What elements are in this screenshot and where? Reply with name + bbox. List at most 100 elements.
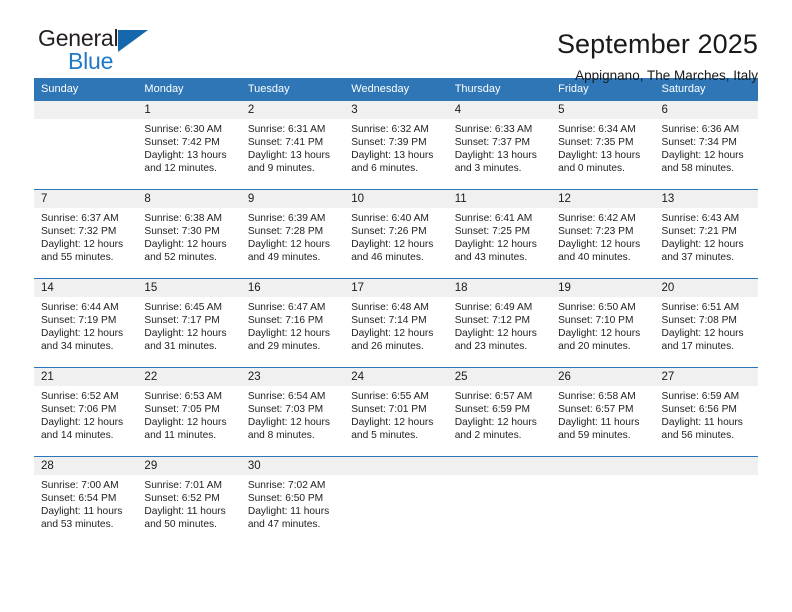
calendar-day-cell[interactable]: 7 Sunrise: 6:37 AM Sunset: 7:32 PM Daylight… [34,189,138,279]
day-number: 30 [240,457,345,475]
calendar-day-cell[interactable]: 16 Sunrise: 6:47 AM Sunset: 7:16 PM Dayligh… [240,278,345,368]
daylight-text-line1: Daylight: 11 hours [41,506,123,518]
calendar-day-cell[interactable]: 9 Sunrise: 6:39 AM Sunset: 7:28 PM Daylight… [240,189,345,279]
sunset-text: Sunset: 7:26 PM [351,226,427,238]
daylight-text-line1: Daylight: 13 hours [144,150,227,162]
daylight-text-line2: and 0 minutes. [558,163,625,175]
sunset-text: Sunset: 7:12 PM [454,315,531,327]
day-number [344,457,448,475]
day-details: Sunrise: 6:57 AM Sunset: 6:59 PM Daylight:… [448,386,551,442]
calendar-day-cell[interactable]: 4 Sunrise: 6:33 AM Sunset: 7:37 PM Daylight… [447,100,552,190]
calendar-day-cell[interactable]: 27 Sunrise: 6:59 AM Sunset: 6:56 PM Dayligh… [654,367,758,457]
sunset-text: Sunset: 7:23 PM [558,226,634,238]
sunrise-text: Sunrise: 7:00 AM [41,480,119,491]
daylight-text-line1: Daylight: 13 hours [454,150,537,162]
daylight-text-line2: and 58 minutes. [661,163,735,175]
calendar-day-cell[interactable]: 1 Sunrise: 6:30 AM Sunset: 7:42 PM Daylight… [137,100,241,190]
day-number [34,101,138,119]
calendar-day-cell[interactable]: 3 Sunrise: 6:32 AM Sunset: 7:39 PM Daylight… [344,100,448,190]
calendar-day-cell[interactable]: 2 Sunrise: 6:31 AM Sunset: 7:41 PM Daylight… [240,100,345,190]
daylight-text-line2: and 59 minutes. [558,430,631,442]
day-number: 6 [654,101,758,119]
generalblue-logo[interactable]: General Blue [34,26,184,74]
day-number: 11 [447,190,552,208]
day-number: 19 [551,279,655,297]
calendar-day-cell[interactable]: 20 Sunrise: 6:51 AM Sunset: 7:08 PM Dayligh… [654,278,758,368]
sunrise-text: Sunrise: 6:44 AM [41,302,119,313]
sunset-text: Sunset: 6:57 PM [558,404,634,416]
day-number: 15 [137,279,241,297]
day-details: Sunrise: 7:01 AM Sunset: 6:52 PM Daylight:… [137,475,240,531]
day-number [551,457,655,475]
day-details: Sunrise: 6:58 AM Sunset: 6:57 PM Daylight:… [551,386,654,442]
calendar-day-cell[interactable]: 12 Sunrise: 6:42 AM Sunset: 7:23 PM Dayligh… [551,189,655,279]
calendar-day-cell[interactable]: 18 Sunrise: 6:49 AM Sunset: 7:12 PM Dayligh… [447,278,552,368]
logo-text-blue: Blue [68,48,114,74]
calendar-day-cell[interactable]: 13 Sunrise: 6:43 AM Sunset: 7:21 PM Dayligh… [654,189,758,279]
daylight-text-line1: Daylight: 13 hours [351,150,434,162]
day-details: Sunrise: 6:31 AM Sunset: 7:41 PM Daylight:… [241,119,344,175]
daylight-text-line2: and 34 minutes. [41,341,114,353]
daylight-text-line1: Daylight: 12 hours [41,417,124,429]
daylight-text-line1: Daylight: 12 hours [247,239,330,251]
sunset-text: Sunset: 7:39 PM [351,137,427,149]
sunset-text: Sunset: 6:59 PM [454,404,531,416]
calendar-day-cell[interactable]: 25 Sunrise: 6:57 AM Sunset: 6:59 PM Dayligh… [447,367,552,457]
sunrise-text: Sunrise: 6:32 AM [351,124,429,135]
sunset-text: Sunset: 7:37 PM [454,137,531,149]
day-details: Sunrise: 6:32 AM Sunset: 7:39 PM Daylight:… [344,119,447,175]
daylight-text-line1: Daylight: 11 hours [144,506,226,518]
daylight-text-line2: and 47 minutes. [247,519,321,531]
day-number: 27 [654,368,758,386]
daylight-text-line2: and 12 minutes. [144,163,217,175]
calendar-day-cell[interactable]: 29 Sunrise: 7:01 AM Sunset: 6:52 PM Dayligh… [137,456,241,546]
day-number: 13 [654,190,758,208]
day-number: 21 [34,368,138,386]
calendar-day-cell[interactable]: 10 Sunrise: 6:40 AM Sunset: 7:26 PM Dayligh… [344,189,448,279]
sunrise-text: Sunrise: 6:58 AM [558,391,636,402]
calendar-day-cell[interactable]: 23 Sunrise: 6:54 AM Sunset: 7:03 PM Dayligh… [240,367,345,457]
weekday-header-wednesday: Wednesday [344,78,448,101]
day-number: 23 [240,368,345,386]
sunrise-text: Sunrise: 6:42 AM [558,213,636,224]
day-details: Sunrise: 6:39 AM Sunset: 7:28 PM Daylight:… [241,208,344,264]
day-details: Sunrise: 6:49 AM Sunset: 7:12 PM Daylight:… [448,297,551,353]
daylight-text-line1: Daylight: 12 hours [351,417,434,429]
day-details: Sunrise: 6:51 AM Sunset: 7:08 PM Daylight:… [655,297,758,353]
calendar-day-cell[interactable]: 22 Sunrise: 6:53 AM Sunset: 7:05 PM Dayligh… [137,367,241,457]
daylight-text-line2: and 46 minutes. [351,252,424,264]
day-details: Sunrise: 6:38 AM Sunset: 7:30 PM Daylight:… [137,208,240,264]
calendar-day-cell[interactable]: 14 Sunrise: 6:44 AM Sunset: 7:19 PM Dayligh… [34,278,138,368]
weekday-header-tuesday: Tuesday [240,78,345,101]
calendar-day-cell[interactable]: 28 Sunrise: 7:00 AM Sunset: 6:54 PM Dayligh… [34,456,138,546]
sunrise-text: Sunrise: 6:39 AM [247,213,326,224]
calendar-day-cell[interactable]: 24 Sunrise: 6:55 AM Sunset: 7:01 PM Dayligh… [344,367,448,457]
sunset-text: Sunset: 7:42 PM [144,137,220,149]
daylight-text-line1: Daylight: 11 hours [661,417,743,429]
sunrise-text: Sunrise: 7:01 AM [144,480,223,491]
calendar-day-cell[interactable]: 26 Sunrise: 6:58 AM Sunset: 6:57 PM Dayligh… [551,367,655,457]
sunset-text: Sunset: 6:54 PM [41,493,117,505]
calendar-day-cell[interactable]: 11 Sunrise: 6:41 AM Sunset: 7:25 PM Dayligh… [447,189,552,279]
sunset-text: Sunset: 7:32 PM [41,226,117,238]
calendar-day-cell[interactable]: 30 Sunrise: 7:02 AM Sunset: 6:50 PM Dayligh… [240,456,345,546]
calendar-day-cell[interactable]: 15 Sunrise: 6:45 AM Sunset: 7:17 PM Dayligh… [137,278,241,368]
daylight-text-line1: Daylight: 13 hours [558,150,641,162]
calendar-day-cell[interactable]: 21 Sunrise: 6:52 AM Sunset: 7:06 PM Dayligh… [34,367,138,457]
daylight-text-line1: Daylight: 12 hours [247,417,330,429]
calendar-day-cell[interactable]: 19 Sunrise: 6:50 AM Sunset: 7:10 PM Dayligh… [551,278,655,368]
day-number: 3 [344,101,448,119]
calendar-day-cell[interactable]: 5 Sunrise: 6:34 AM Sunset: 7:35 PM Daylight… [551,100,655,190]
daylight-text-line2: and 3 minutes. [454,163,522,175]
calendar-day-cell[interactable]: 6 Sunrise: 6:36 AM Sunset: 7:34 PM Daylight… [654,100,758,190]
sunset-text: Sunset: 7:34 PM [661,137,737,149]
sunset-text: Sunset: 7:08 PM [661,315,737,327]
daylight-text-line1: Daylight: 12 hours [247,328,330,340]
calendar-day-cell[interactable]: 8 Sunrise: 6:38 AM Sunset: 7:30 PM Daylight… [137,189,241,279]
calendar-day-cell[interactable]: 17 Sunrise: 6:48 AM Sunset: 7:14 PM Dayligh… [344,278,448,368]
day-details: Sunrise: 7:00 AM Sunset: 6:54 PM Daylight:… [34,475,137,531]
sunset-text: Sunset: 7:05 PM [144,404,220,416]
sunset-text: Sunset: 7:01 PM [351,404,427,416]
daylight-text-line2: and 2 minutes. [454,430,522,442]
daylight-text-line1: Daylight: 12 hours [558,239,641,251]
